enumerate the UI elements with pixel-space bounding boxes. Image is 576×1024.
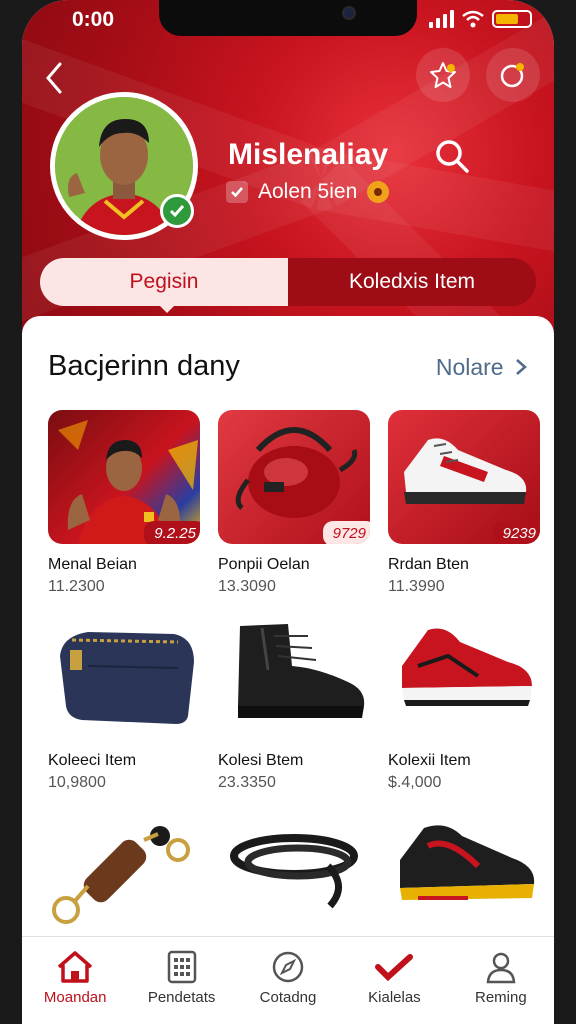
item-price: $.4,000: [388, 774, 442, 791]
red-sneaker-image: [388, 606, 540, 740]
user-icon: [486, 952, 516, 984]
price-badge: 9.2.25: [144, 521, 200, 544]
notification-icon: [500, 63, 524, 88]
nav-label-pendetats: Pendetats: [147, 989, 216, 1006]
keychain-image: [48, 806, 200, 940]
black-yellow-boot-image: [388, 806, 540, 940]
tab-pegisin[interactable]: Pegisin: [40, 258, 288, 306]
front-camera-icon: [342, 6, 356, 20]
item-card[interactable]: [218, 806, 370, 952]
see-more-label: Nolare: [435, 354, 504, 380]
search-button[interactable]: [432, 136, 472, 176]
white-red-sneaker-image: 9239: [388, 410, 540, 544]
compass-icon: [272, 951, 304, 983]
item-name: Rrdan Bten: [388, 556, 469, 573]
player-poster-image: 9.2.25: [48, 410, 200, 544]
item-card[interactable]: [388, 806, 540, 952]
item-name: Kolexii Item: [388, 752, 471, 769]
item-card[interactable]: Koleeci Item 10,9800: [48, 606, 200, 792]
active-tab-indicator: [158, 304, 176, 313]
nav-item-cotadng[interactable]: Cotadng: [235, 937, 341, 1024]
profile-subtitle: Aolen 5ien: [226, 180, 390, 204]
item-price: 11.3990: [388, 578, 445, 595]
item-card[interactable]: 9239 Rrdan Bten 11.3990: [388, 410, 540, 596]
checkmark-icon: [375, 954, 414, 982]
profile-name: Mislenaliay: [228, 138, 389, 171]
search-icon: [436, 140, 469, 173]
item-name: Ponpii Oelan: [218, 556, 310, 573]
bottom-navigation: Moandan Pendetats Cotadng Kialelas Remin…: [22, 936, 554, 1024]
item-card[interactable]: [48, 806, 200, 952]
profile-tabs: Pegisin Koledxis Item: [40, 258, 536, 306]
tab-koleksi-item[interactable]: Koledxis Item: [288, 258, 536, 306]
nav-label-reming: Reming: [474, 989, 527, 1006]
chevron-right-icon: [516, 359, 527, 375]
item-card[interactable]: Kolexii Item $.4,000: [388, 606, 540, 792]
verified-badge-icon: [160, 194, 194, 228]
profile-subtitle-text: Aolen 5ien: [258, 180, 358, 203]
section-title: Bacjerinn dany: [48, 350, 240, 382]
item-name: Kolesi Btem: [218, 752, 304, 769]
back-button[interactable]: [40, 58, 76, 98]
black-laces-image: [218, 806, 370, 940]
checkbox-icon: [226, 181, 248, 203]
item-card[interactable]: 9729 Ponpii Oelan 13.3090: [218, 410, 370, 596]
battery-icon: [492, 10, 532, 28]
item-card[interactable]: 9.2.25 Menal Beian 11.2300: [48, 410, 200, 596]
see-more-link[interactable]: Nolare: [436, 354, 528, 381]
item-price: 23.3350: [218, 774, 276, 791]
item-price: 11.2300: [48, 578, 105, 595]
item-name: Koleeci Item: [48, 752, 137, 769]
star-moon-icon: [430, 62, 456, 88]
app-screen: 0:00 Mislenaliay Aolen 5ien Pegisin Kole…: [22, 0, 554, 1024]
nav-item-home[interactable]: Moandan: [22, 937, 128, 1024]
camera-notch: [159, 0, 417, 36]
nav-label-home: Moandan: [43, 989, 107, 1006]
home-icon: [58, 951, 93, 983]
black-boot-image: [218, 606, 370, 740]
phone-frame: 0:00 Mislenaliay Aolen 5ien Pegisin Kole…: [0, 0, 576, 1024]
signal-icon: [429, 10, 454, 28]
chevron-left-icon: [46, 62, 62, 94]
calendar-grid-icon: [167, 950, 196, 984]
wifi-icon: [462, 10, 484, 28]
status-time: 0:00: [72, 8, 115, 31]
price-badge: 9729: [322, 521, 370, 544]
price-badge: 9239: [492, 521, 540, 544]
item-price: 10,9800: [48, 774, 106, 791]
medal-icon: [367, 181, 390, 203]
profile-header: 0:00 Mislenaliay Aolen 5ien Pegisin Kole…: [22, 0, 554, 340]
nav-label-kialelas: Kialelas: [368, 989, 421, 1006]
nav-item-kialelas[interactable]: Kialelas: [341, 937, 447, 1024]
item-price: 13.3090: [218, 578, 276, 595]
nav-item-pendetats[interactable]: Pendetats: [128, 937, 234, 1024]
status-icons: [429, 10, 532, 28]
navy-pouch-image: [48, 606, 200, 740]
nav-label-cotadng: Cotadng: [259, 989, 317, 1006]
notification-button[interactable]: [486, 48, 540, 102]
item-card[interactable]: Kolesi Btem 23.3350: [218, 606, 370, 792]
nav-item-reming[interactable]: Reming: [448, 937, 554, 1024]
favorite-button[interactable]: [416, 48, 470, 102]
content-panel: Bacjerinn dany Nolare 9.2.25 Menal Beian…: [22, 316, 554, 1024]
item-name: Menal Beian: [48, 556, 137, 573]
red-helmet-bag-image: 9729: [218, 410, 370, 544]
